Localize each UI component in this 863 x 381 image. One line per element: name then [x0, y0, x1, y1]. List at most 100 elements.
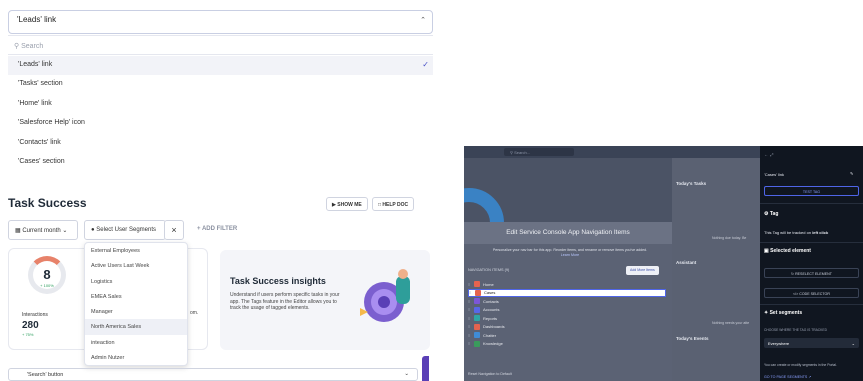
interactions-value: 280: [22, 320, 39, 331]
assistant-heading: Assistant: [676, 260, 697, 265]
segments-icon: ✦: [764, 310, 769, 316]
external-link-icon: ↗: [808, 375, 812, 379]
show-me-button[interactable]: ▶ SHOW ME: [326, 197, 368, 211]
home-icon: [474, 281, 480, 288]
insights-text: Understand if users perform specific tas…: [230, 292, 340, 311]
segment-filter-label: Select User Segments: [96, 227, 156, 233]
segment-option[interactable]: Admin Nutzer: [85, 350, 187, 365]
nav-item-cases-input[interactable]: ≡ Cases: [468, 288, 666, 297]
option-label: 'Salesforce Help' icon: [18, 119, 85, 127]
close-icon: ×: [171, 225, 177, 235]
chevron-down-icon: ⌄: [851, 341, 855, 346]
element-select[interactable]: 'Leads' link ⌃: [8, 10, 433, 34]
tracking-location-value: Everywhere: [768, 341, 790, 346]
salesforce-search-placeholder: Search...: [514, 150, 531, 155]
interactions-label: Interactions: [22, 312, 48, 318]
code-selector-button[interactable]: </> CODE SELECTOR: [764, 288, 859, 298]
reselect-element-button[interactable]: ↻ RESELECT ELEMENT: [764, 268, 859, 278]
dropdown-option[interactable]: 'Cases' section: [8, 153, 433, 172]
nav-item-chatter[interactable]: ≡ Chatter: [468, 331, 666, 340]
nav-item-dashboards[interactable]: ≡ Dashboards: [468, 323, 666, 332]
add-filter-button[interactable]: + ADD FILTER: [197, 226, 237, 232]
nav-item-home[interactable]: ≡ Home: [468, 280, 666, 289]
salesforce-home-right: [672, 158, 760, 381]
search-icon: ⚲: [14, 43, 20, 50]
dropdown-option[interactable]: 'Tasks' section: [8, 75, 433, 94]
nothing-needs-text: Nothing needs your atte: [712, 321, 750, 325]
dropdown-option[interactable]: 'Contacts' link: [8, 134, 433, 153]
dropdown-search-input[interactable]: ⚲ Search: [8, 35, 433, 55]
reselect-label: RESELECT ELEMENT: [795, 272, 832, 276]
dropdown-option[interactable]: 'Leads' link ✓: [8, 56, 433, 76]
expand-icon[interactable]: ⤢: [770, 152, 773, 157]
nav-item-label: Contacts: [483, 298, 499, 304]
tag-section-header: ⚙ Tag: [764, 211, 778, 217]
nav-item-label: Dashboards: [483, 324, 505, 330]
learn-more-link[interactable]: Learn More: [561, 253, 579, 257]
todays-tasks-heading: Today's Tasks: [676, 181, 707, 186]
option-label: 'Cases' section: [18, 157, 65, 165]
nav-item-label: Knowledge: [483, 341, 503, 347]
calendar-icon: ▦: [15, 228, 21, 234]
reset-navigation-link[interactable]: Reset Navigation to Default: [468, 372, 512, 376]
gauge-change: + 100%: [40, 283, 54, 288]
salesforce-search-input[interactable]: ⚲ Search...: [504, 148, 574, 156]
nav-item-reports[interactable]: ≡ Reports: [468, 314, 666, 323]
segments-dropdown-menu: External Employees Active Users Last Wee…: [84, 242, 188, 366]
segment-option[interactable]: North America Sales: [85, 319, 187, 335]
edit-nav-modal: Edit Service Console App Navigation Item…: [464, 222, 672, 381]
gauge-value: 8: [43, 267, 51, 282]
add-more-items-button[interactable]: Add More Items: [626, 266, 659, 275]
back-icon[interactable]: ←: [764, 152, 768, 157]
nav-item-contacts[interactable]: ≡ Contacts: [468, 297, 666, 306]
chevron-down-icon: ⌄: [62, 228, 68, 234]
segment-option[interactable]: Logistics: [85, 274, 187, 289]
chevron-down-icon: ⌄: [404, 371, 409, 377]
tag-select[interactable]: 'Search' button ⌄: [8, 368, 418, 381]
nav-item-accounts[interactable]: ≡ Accounts: [468, 306, 666, 315]
task-success-panel: Task Success ▶ SHOW ME □ HELP DOC ▦ Curr…: [4, 186, 430, 381]
nothing-due-text: Nothing due today. Be: [712, 236, 747, 240]
segment-option[interactable]: External Employees: [85, 243, 187, 258]
users-icon: ●: [91, 227, 95, 233]
date-filter[interactable]: ▦ Current month ⌄: [8, 220, 78, 240]
nav-item-label: Cases: [484, 290, 496, 296]
tracked-text-bold: left click: [812, 230, 829, 235]
tag-editor-sidebar: ← ⤢ 'Cases' link ✎ TEST TAG ⚙ Tag This T…: [760, 146, 863, 381]
segment-option[interactable]: Manager: [85, 304, 187, 319]
segment-option[interactable]: EMEA Sales: [85, 289, 187, 304]
tag-select-value: 'Search' button: [27, 372, 64, 378]
segments-hint: You can create or modify segments in the…: [764, 363, 838, 367]
search-icon: ⚲: [510, 150, 513, 155]
tag-header-label: Tag: [769, 211, 779, 217]
segment-option[interactable]: Active Users Last Week: [85, 258, 187, 273]
option-label: 'Contacts' link: [18, 138, 61, 146]
nav-item-knowledge[interactable]: ≡ Knowledge: [468, 340, 666, 349]
dropdown-option[interactable]: 'Home' link: [8, 95, 433, 114]
segment-filter[interactable]: ● Select User Segments: [84, 220, 166, 240]
salesforce-editor-panel: ⚲ Search... Today's Tasks Nothing due to…: [464, 146, 863, 381]
interactions-change: + 75%: [22, 332, 34, 337]
nav-item-label: Home: [483, 281, 494, 287]
chevron-up-icon: ⌃: [420, 17, 426, 24]
insights-title: Task Success insights: [230, 276, 326, 286]
edit-icon[interactable]: ✎: [850, 171, 853, 176]
test-tag-button[interactable]: TEST TAG: [764, 186, 859, 196]
clear-filter-button[interactable]: ×: [164, 220, 184, 240]
todays-events-heading: Today's Events: [676, 336, 709, 341]
nav-item-label: Accounts: [483, 307, 500, 313]
element-dropdown-panel: 'Leads' link ⌃ ⚲ Search 'Leads' link ✓ 'T…: [4, 4, 435, 170]
dropdown-option[interactable]: 'Salesforce Help' icon: [8, 114, 433, 133]
nav-items-list: ≡ Home ≡ Cases ≡ Contacts ≡ Accounts ≡ Report…: [468, 280, 666, 348]
insights-card: Task Success insights Understand if user…: [220, 250, 430, 350]
tracking-location-select[interactable]: Everywhere ⌄: [764, 338, 859, 348]
segment-option[interactable]: inteaction: [85, 335, 187, 350]
show-me-label: SHOW ME: [337, 202, 362, 208]
page-segments-link[interactable]: GO TO PAGE SEGMENTS ↗: [764, 375, 811, 379]
reports-icon: [474, 315, 480, 322]
dropdown-options: 'Leads' link ✓ 'Tasks' section 'Home' lin…: [8, 56, 433, 172]
help-doc-button[interactable]: □ HELP DOC: [372, 197, 415, 211]
side-accent: [422, 356, 429, 381]
dashboards-icon: [474, 323, 480, 330]
divider: [760, 203, 863, 204]
